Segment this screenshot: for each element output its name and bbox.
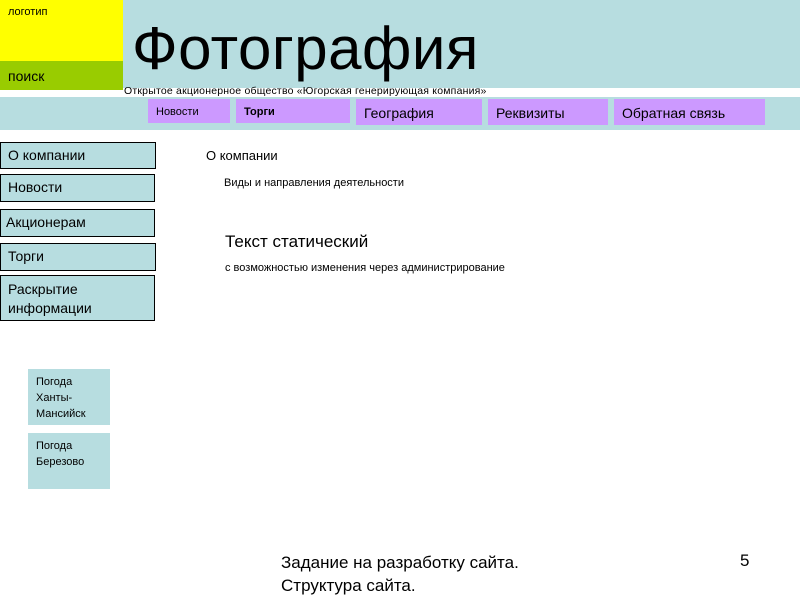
logo-placeholder[interactable]: логотип bbox=[0, 0, 123, 61]
search-label: поиск bbox=[8, 68, 45, 84]
page-title: Фотография bbox=[132, 15, 479, 82]
page-number: 5 bbox=[740, 551, 750, 570]
logo-label: логотип bbox=[8, 6, 48, 18]
sidebar-item-about[interactable]: О компании bbox=[0, 142, 156, 169]
sidebar-item-shareholders[interactable]: Акционерам bbox=[0, 209, 155, 237]
sidebar-item-tenders[interactable]: Торги bbox=[0, 243, 156, 271]
content-heading: О компании bbox=[206, 148, 278, 163]
photo-banner: Фотография bbox=[123, 0, 800, 88]
nav-tab-requisites[interactable]: Реквизиты bbox=[488, 99, 608, 125]
nav-tab-news[interactable]: Новости bbox=[148, 99, 230, 123]
weather-widget-berezovo[interactable]: Погода Березово bbox=[28, 433, 110, 489]
slide-caption: Задание на разработку сайта. Структура с… bbox=[281, 553, 519, 595]
page: логотип поиск Фотография Открытое акцион… bbox=[0, 0, 800, 600]
company-name: Открытое акционерное общество «Югорская … bbox=[124, 85, 487, 97]
weather-widget-khanty-mansiysk[interactable]: Погода Ханты-Мансийск bbox=[28, 369, 110, 425]
nav-tab-geography[interactable]: География bbox=[356, 99, 482, 125]
search-button[interactable]: поиск bbox=[0, 61, 123, 90]
static-text-note: с возможностью изменения через администр… bbox=[225, 262, 505, 274]
content-subheading: Виды и направления деятельности bbox=[224, 177, 404, 189]
nav-tab-tenders[interactable]: Торги bbox=[236, 99, 350, 123]
sidebar-item-disclosure[interactable]: Раскрытие информации bbox=[0, 275, 155, 321]
nav-tab-feedback[interactable]: Обратная связь bbox=[614, 99, 765, 125]
static-text-title: Текст статический bbox=[225, 232, 369, 251]
sidebar-item-news[interactable]: Новости bbox=[0, 174, 155, 202]
